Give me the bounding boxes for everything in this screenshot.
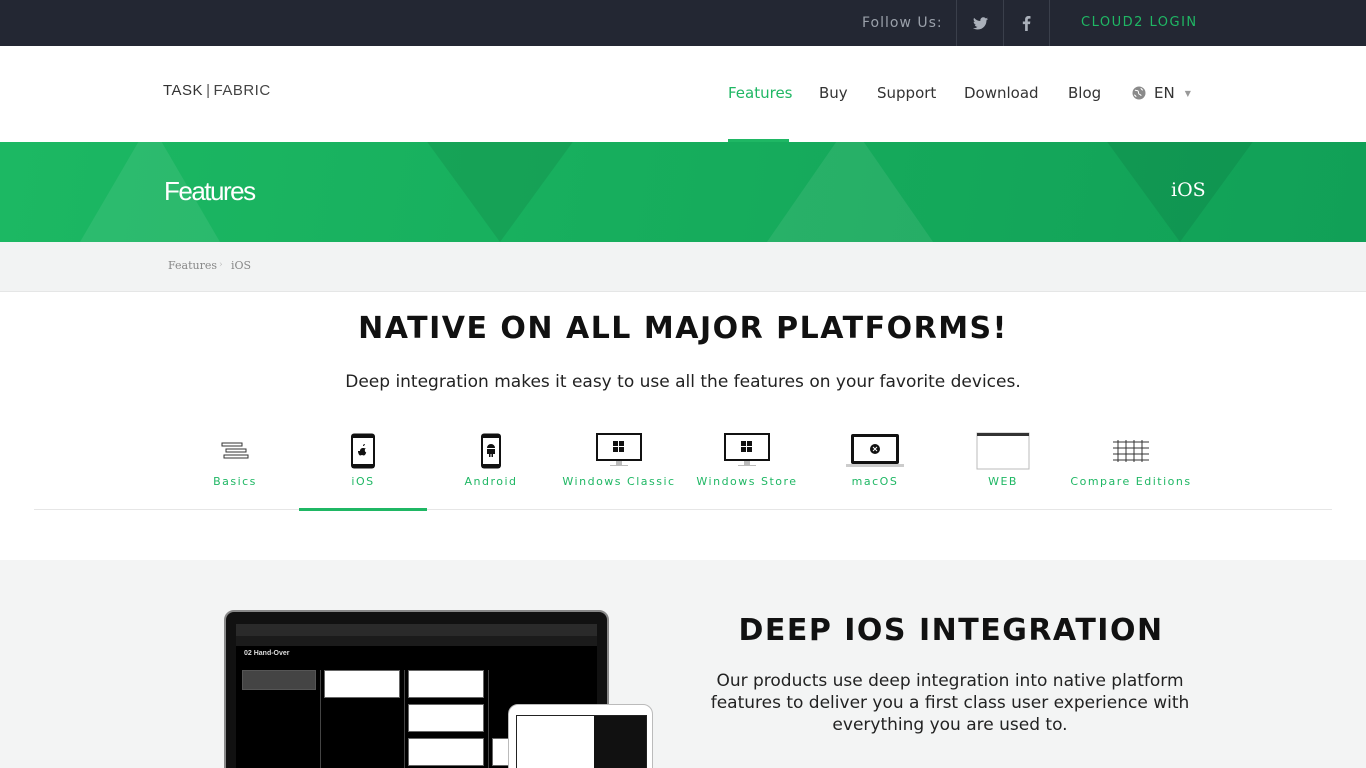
iphone-icon bbox=[351, 433, 375, 469]
tab-windows-store[interactable]: Windows Store bbox=[683, 420, 811, 510]
board-card bbox=[324, 670, 400, 698]
logo-task: TASK bbox=[163, 82, 204, 99]
logo-separator: | bbox=[206, 82, 211, 99]
tab-label: macOS bbox=[851, 475, 899, 488]
board-column-divider bbox=[488, 670, 489, 768]
nav-blog[interactable]: Blog bbox=[1068, 84, 1101, 102]
tab-ios[interactable]: iOS bbox=[299, 420, 427, 511]
nav-buy[interactable]: Buy bbox=[819, 84, 848, 102]
language-selector[interactable]: EN ▼ bbox=[1132, 84, 1191, 102]
board-column-divider bbox=[320, 670, 321, 768]
nav-support[interactable]: Support bbox=[877, 84, 936, 102]
banner-pattern bbox=[420, 142, 580, 242]
board-card bbox=[408, 738, 484, 766]
breadcrumb: Features › iOS bbox=[0, 242, 1366, 292]
task-details-panel bbox=[594, 716, 646, 768]
tab-label: Compare Editions bbox=[1070, 475, 1192, 488]
board-card bbox=[242, 670, 316, 690]
tablet-screen bbox=[516, 715, 647, 768]
chevron-right-icon: › bbox=[219, 260, 223, 270]
tab-label: Android bbox=[464, 475, 518, 488]
taskfabric-logo[interactable]: TASK | FABRIC bbox=[163, 82, 271, 99]
platforms-subheading: Deep integration makes it easy to use al… bbox=[345, 372, 1021, 392]
tab-macos[interactable]: macOS bbox=[811, 420, 939, 510]
section-heading: DEEP IOS INTEGRATION bbox=[738, 613, 1164, 648]
android-phone-icon bbox=[481, 433, 501, 469]
app-board-title: 02 Hand-Over bbox=[244, 650, 290, 657]
tab-label: WEB bbox=[988, 475, 1018, 488]
site-header: TASK | FABRIC Features Buy Support Downloa… bbox=[0, 46, 1366, 142]
breadcrumb-ios: iOS bbox=[231, 259, 252, 272]
tab-basics[interactable]: Basics bbox=[171, 420, 299, 510]
twitter-link[interactable] bbox=[956, 0, 1003, 46]
board-card bbox=[408, 704, 484, 732]
tab-active-indicator bbox=[299, 508, 427, 511]
tab-label: iOS bbox=[351, 475, 375, 488]
page-title: Features bbox=[164, 176, 256, 206]
chevron-down-icon: ▼ bbox=[1184, 88, 1191, 98]
platforms-heading: NATIVE ON ALL MAJOR PLATFORMS! bbox=[358, 311, 1008, 346]
section-paragraph: Our products use deep integration into n… bbox=[710, 671, 1190, 735]
table-grid-icon bbox=[1113, 440, 1149, 462]
top-bar: Follow Us: CLOUD2 LOGIN bbox=[0, 0, 1366, 46]
language-label: EN bbox=[1154, 84, 1175, 102]
breadcrumb-features[interactable]: Features bbox=[168, 259, 217, 272]
banner-platform-label: iOS bbox=[1171, 179, 1206, 201]
app-menubar bbox=[236, 624, 597, 636]
nav-download[interactable]: Download bbox=[964, 84, 1039, 102]
windows-store-monitor-icon bbox=[724, 433, 770, 466]
banner-pattern bbox=[760, 142, 940, 242]
tab-web[interactable]: WEB bbox=[939, 420, 1067, 510]
nav-features[interactable]: Features bbox=[728, 84, 793, 102]
windows-monitor-icon bbox=[596, 433, 642, 466]
follow-us-label: Follow Us: bbox=[862, 15, 943, 31]
facebook-link[interactable] bbox=[1003, 0, 1050, 46]
basics-icon bbox=[221, 442, 249, 459]
cloud-login-link[interactable]: CLOUD2 LOGIN bbox=[1081, 0, 1198, 46]
page-banner: Features iOS bbox=[0, 142, 1366, 242]
board-card bbox=[408, 670, 484, 698]
tab-label: Windows Store bbox=[696, 475, 798, 488]
tab-windows-classic[interactable]: Windows Classic bbox=[555, 420, 683, 510]
tab-label: Windows Classic bbox=[562, 475, 676, 488]
logo-fabric: FABRIC bbox=[213, 82, 271, 99]
tablet-screenshot bbox=[508, 704, 653, 768]
browser-window-icon bbox=[976, 432, 1030, 470]
tab-compare-editions[interactable]: Compare Editions bbox=[1067, 420, 1195, 510]
twitter-icon bbox=[972, 16, 988, 29]
app-toolbar bbox=[236, 636, 597, 646]
tab-android[interactable]: Android bbox=[427, 420, 555, 510]
tab-label: Basics bbox=[213, 475, 257, 488]
platform-tabs: Basics iOS Android Windows Classic Windo… bbox=[34, 420, 1332, 511]
ios-integration-section bbox=[0, 560, 1366, 768]
globe-icon bbox=[1132, 86, 1146, 100]
macbook-icon bbox=[846, 434, 904, 467]
facebook-icon bbox=[1022, 15, 1031, 31]
board-column-divider bbox=[404, 670, 405, 768]
